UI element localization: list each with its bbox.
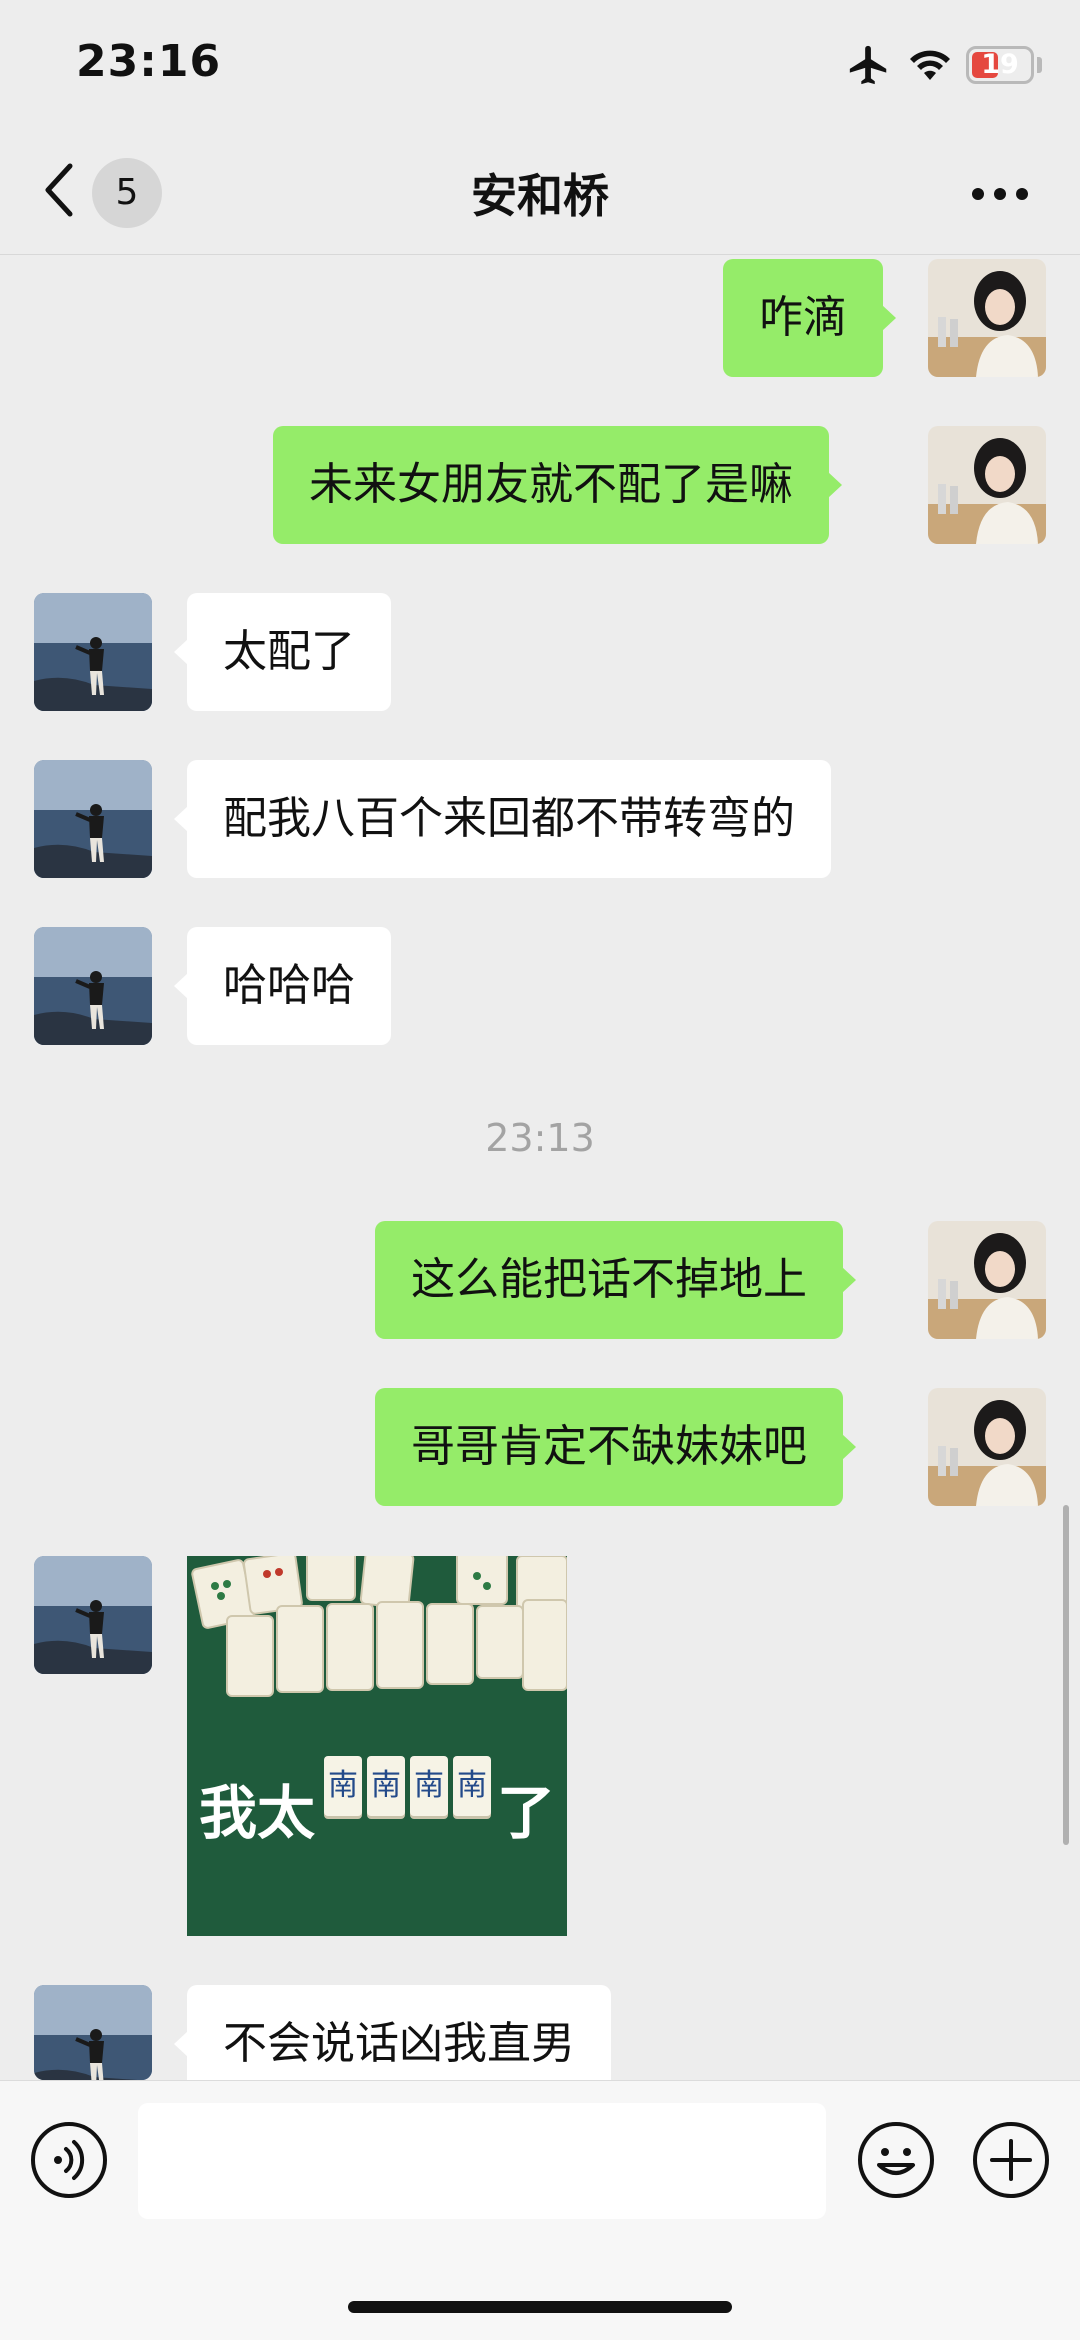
contact-avatar[interactable] bbox=[34, 1985, 152, 2080]
mahjong-tiles-image bbox=[187, 1556, 567, 1936]
sticker-tiles: 南 南 南 南 bbox=[324, 1756, 491, 1816]
contact-avatar[interactable] bbox=[34, 927, 152, 1045]
add-icon[interactable] bbox=[972, 2121, 1050, 2199]
status-bar: 23:16 19 bbox=[0, 0, 1080, 130]
sticker-message[interactable]: 我太 南 南 南 南 了 bbox=[187, 1556, 567, 1936]
more-options-icon[interactable] bbox=[970, 186, 1030, 202]
battery-icon: 19 bbox=[966, 46, 1034, 84]
emoji-icon[interactable] bbox=[857, 2121, 935, 2199]
my-avatar[interactable] bbox=[928, 426, 1046, 544]
mahjong-tile: 南 bbox=[367, 1756, 405, 1816]
airplane-mode-icon bbox=[849, 45, 887, 85]
message-text: 哥哥肯定不缺妹妹吧 bbox=[411, 1421, 807, 1472]
message-text: 咋滴 bbox=[759, 292, 847, 343]
back-chevron-icon[interactable] bbox=[40, 160, 80, 220]
outgoing-message-bubble[interactable]: 咋滴 bbox=[723, 259, 896, 377]
chat-timestamp: 23:13 bbox=[485, 1116, 595, 1160]
outgoing-message-bubble[interactable]: 这么能把话不掉地上 bbox=[375, 1221, 856, 1339]
contact-avatar[interactable] bbox=[34, 593, 152, 711]
voice-icon[interactable] bbox=[30, 2121, 108, 2199]
battery-level: 19 bbox=[981, 49, 1019, 80]
incoming-message-bubble[interactable]: 配我八百个来回都不带转弯的 bbox=[174, 760, 831, 878]
input-bar bbox=[0, 2080, 1080, 2340]
message-text: 太配了 bbox=[223, 626, 355, 677]
wifi-icon bbox=[910, 50, 950, 80]
chat-title: 安和桥 bbox=[471, 169, 609, 223]
contact-avatar[interactable] bbox=[34, 760, 152, 878]
chat-scrollbar[interactable] bbox=[1063, 1505, 1069, 1845]
mahjong-tile: 南 bbox=[410, 1756, 448, 1816]
message-text: 配我八百个来回都不带转弯的 bbox=[223, 793, 795, 844]
home-indicator[interactable] bbox=[348, 2301, 732, 2313]
message-text: 不会说话凶我直男 bbox=[223, 2018, 575, 2069]
message-text: 未来女朋友就不配了是嘛 bbox=[309, 459, 793, 510]
my-avatar[interactable] bbox=[928, 1221, 1046, 1339]
my-avatar[interactable] bbox=[928, 1388, 1046, 1506]
status-time: 23:16 bbox=[76, 36, 222, 87]
outgoing-message-bubble[interactable]: 未来女朋友就不配了是嘛 bbox=[273, 426, 842, 544]
battery-cap bbox=[1037, 57, 1042, 73]
mahjong-tile: 南 bbox=[453, 1756, 491, 1816]
outgoing-message-bubble[interactable]: 哥哥肯定不缺妹妹吧 bbox=[375, 1388, 856, 1506]
unread-count-badge[interactable]: 5 bbox=[92, 158, 162, 228]
contact-avatar[interactable] bbox=[34, 1556, 152, 1674]
incoming-message-bubble[interactable]: 哈哈哈 bbox=[174, 927, 391, 1045]
sticker-caption-right: 了 bbox=[497, 1779, 556, 1847]
mahjong-tile: 南 bbox=[324, 1756, 362, 1816]
message-text: 哈哈哈 bbox=[223, 960, 355, 1011]
my-avatar[interactable] bbox=[928, 259, 1046, 377]
sticker-caption-left: 我太 bbox=[199, 1779, 316, 1847]
chat-header: 5 安和桥 bbox=[0, 130, 1080, 255]
incoming-message-bubble[interactable]: 太配了 bbox=[174, 593, 391, 711]
message-text: 这么能把话不掉地上 bbox=[411, 1254, 807, 1305]
message-input[interactable] bbox=[138, 2103, 826, 2219]
